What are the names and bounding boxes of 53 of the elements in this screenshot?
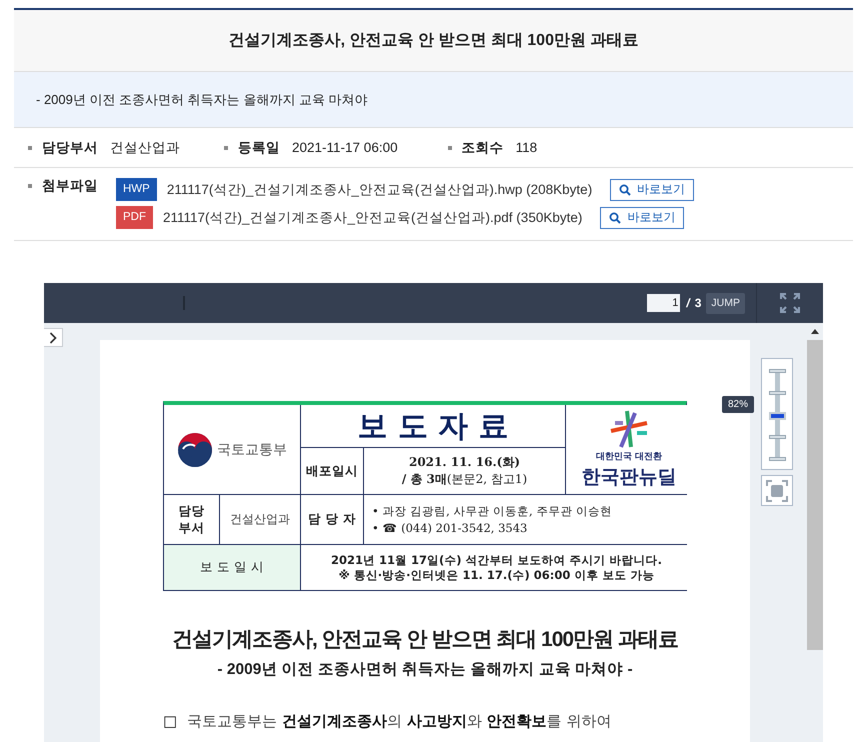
meta-label: 등록일 (238, 138, 280, 156)
slogan-caption: 대한민국 대전환 (596, 451, 662, 463)
fullscreen-icon[interactable] (780, 293, 800, 313)
page-count: / 총 3매(본문2, 참고1) (402, 471, 528, 488)
embargo-label: 보 도 일 시 (200, 559, 264, 576)
article-title: 건설기계조종사, 안전교육 안 받으면 최대 100만원 과태료 (228, 31, 638, 51)
contact-label: 담 당 자 (308, 511, 356, 528)
release-date: 2021. 11. 16.(화) (408, 454, 520, 471)
embargo-line: 2021년 11월 17일(수) 석간부터 보도하여 주시기 바랍니다. (331, 552, 662, 568)
ministry-name: 국토교통부 (217, 440, 287, 458)
meta-label: 담당부서 (42, 138, 98, 156)
file-link[interactable]: 211117(석간)_건설기계조종사_안전교육(건설산업과).hwp (208Kbyte) (166, 180, 592, 198)
embargo-line: ※ 통신·방송·인터넷은 11. 17.(수) 06:00 이후 보도 가능 (338, 568, 654, 582)
meta-value: 2021-11-17 06:00 (292, 140, 398, 155)
fit-page-icon (766, 480, 788, 502)
department-name: 건설산업과 (230, 511, 290, 528)
scroll-up-icon[interactable] (811, 329, 819, 334)
department-label: 담당 부서 (178, 502, 206, 536)
fit-page-button[interactable] (761, 475, 793, 506)
meta-value: 건설산업과 (110, 138, 180, 156)
bullet-icon (448, 146, 452, 150)
release-label: 배포일시 (306, 462, 358, 480)
page-total: 3 (694, 296, 702, 310)
bullet-icon (224, 146, 228, 150)
file-type-badge: HWP (116, 178, 157, 201)
ministry-emblem-icon (177, 432, 213, 468)
search-icon (609, 212, 622, 224)
paragraph-text: 국토교통부는 건설기계조종사의 사고방지와 안전확보를 위하여 (187, 712, 612, 731)
meta-value: 118 (516, 140, 538, 155)
meta-label: 조회수 (462, 138, 504, 156)
zoom-tooltip: 82% (722, 396, 754, 413)
checkbox-bullet: □ (163, 712, 178, 731)
meta-label: 첨부파일 (42, 177, 98, 195)
contact-line: • 과장 김광림, 사무관 이동훈, 주무관 이승현 (372, 504, 612, 519)
article-summary: - 2009년 이전 조종사면허 취득자는 올해까지 교육 마쳐야 (35, 90, 368, 108)
jump-button[interactable]: JUMP (706, 292, 745, 314)
document-subheadline: - 2009년 이전 조종사면허 취득자는 올해까지 교육 마쳐야 - (216, 660, 634, 680)
document-headline: 건설기계조종사, 안전교육 안 받으면 최대 100만원 과태료 (171, 627, 679, 653)
contact-line: • ☎ (044) 201-3542, 3543 (372, 521, 528, 535)
file-type-badge: PDF (116, 206, 153, 229)
search-icon (619, 184, 632, 196)
document-title: 보 도 자 료 (357, 408, 509, 446)
bullet-icon (28, 184, 32, 188)
preview-button[interactable]: 바로보기 (600, 206, 684, 228)
page-separator: / (686, 296, 690, 310)
sidebar-toggle[interactable] (44, 328, 63, 347)
bullet-icon (28, 146, 32, 150)
slider-thumb[interactable] (769, 412, 786, 420)
chevron-icon (49, 332, 57, 344)
file-link[interactable]: 211117(석간)_건설기계조종사_안전교육(건설산업과).pdf (350Kbyte) (163, 208, 582, 226)
page-number-field[interactable]: 1 (647, 294, 680, 312)
preview-button[interactable]: 바로보기 (610, 178, 694, 200)
slogan-logo: 한국판뉴딜 (582, 465, 676, 490)
